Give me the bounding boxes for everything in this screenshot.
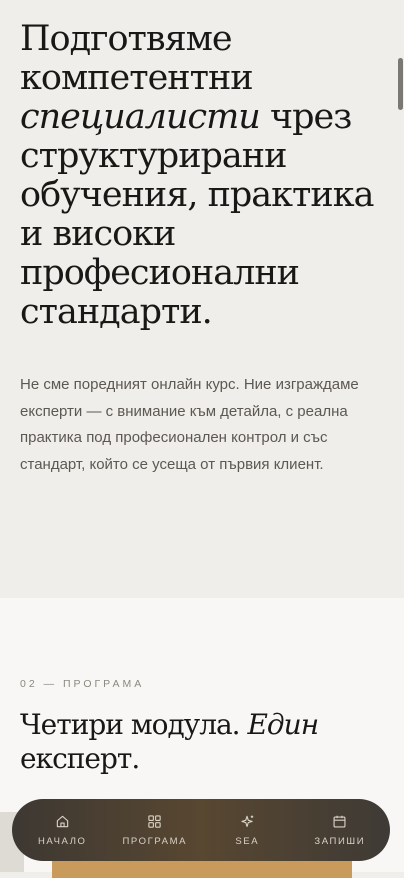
headline-text-start: Подготвяме компетентни [20, 19, 254, 98]
bottom-tab-bar: НАЧАЛО ПРОГРАМА SEA ЗАПИШИ [12, 799, 390, 861]
tab-program-label: ПРОГРАМА [122, 835, 188, 847]
hero-headline: Подготвяме компетентни специалисти чрез … [20, 20, 390, 332]
section-title-end: експерт. [20, 742, 140, 775]
tab-sea[interactable]: SEA [204, 814, 290, 847]
section-eyebrow: 02 — ПРОГРАМА [20, 678, 145, 690]
tab-home[interactable]: НАЧАЛО [19, 814, 105, 847]
tab-enroll-label: ЗАПИШИ [314, 835, 366, 847]
headline-emphasis: специалисти [20, 97, 261, 137]
sparkle-icon [240, 814, 255, 829]
section-title-start: Четири модула. [20, 708, 248, 741]
calendar-icon [332, 814, 347, 829]
tab-home-label: НАЧАЛО [37, 835, 87, 847]
section-title: Четири модула. Един експерт. [20, 708, 390, 776]
section-title-emphasis: Един [247, 708, 319, 741]
grid-icon [147, 814, 162, 829]
home-icon [55, 814, 70, 829]
hero-lead-paragraph: Не сме поредният онлайн курс. Ние изграж… [20, 376, 359, 473]
hero-section: Подготвяме компетентни специалисти чрез … [0, 0, 404, 598]
tab-enroll[interactable]: ЗАПИШИ [297, 814, 383, 847]
tab-sea-label: SEA [235, 835, 260, 847]
scrollbar-thumb[interactable] [398, 58, 403, 110]
tab-program[interactable]: ПРОГРАМА [112, 814, 198, 847]
